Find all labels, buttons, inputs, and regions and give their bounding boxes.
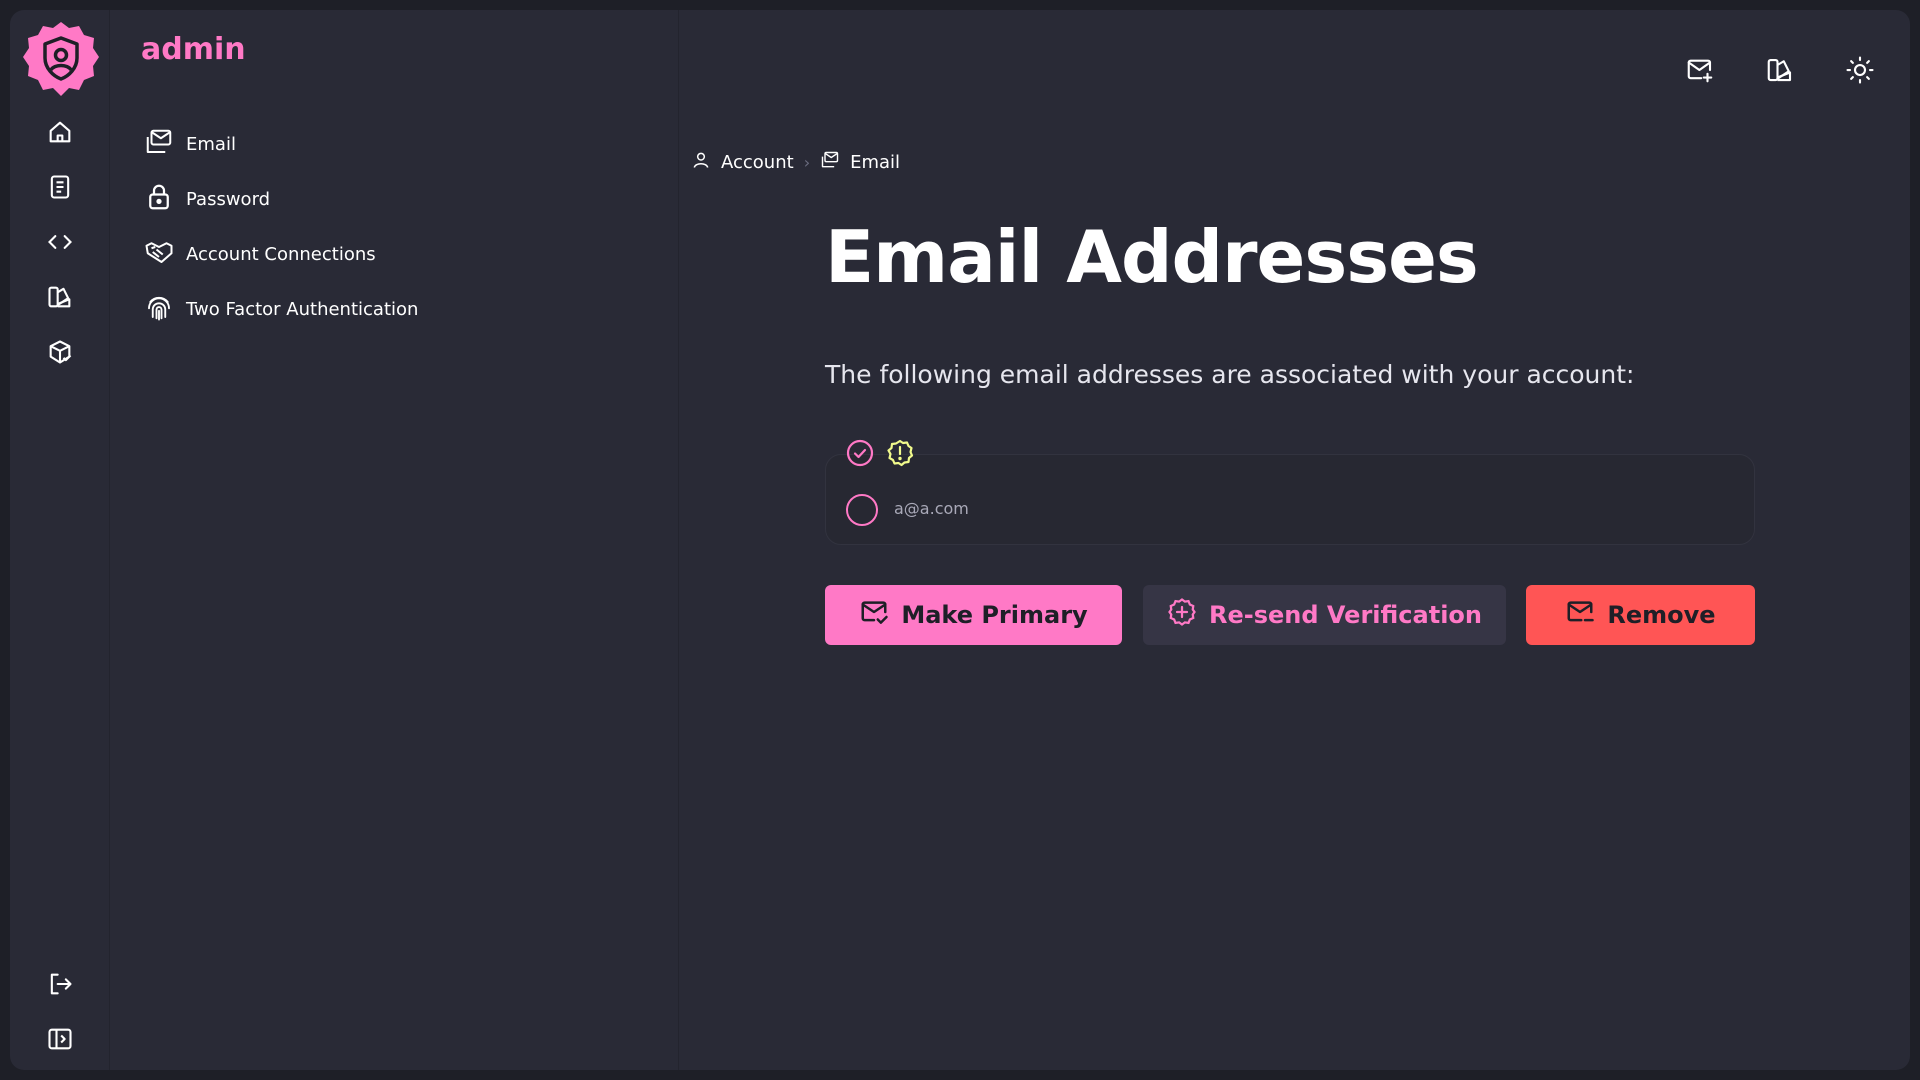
remove-button[interactable]: Remove bbox=[1526, 585, 1755, 645]
logout-icon[interactable] bbox=[40, 964, 80, 1004]
circle-plus-icon bbox=[1167, 597, 1197, 633]
breadcrumb-label: Email bbox=[850, 151, 901, 173]
nav-item-account-connections[interactable]: Account Connections bbox=[144, 234, 376, 274]
home-icon[interactable] bbox=[40, 112, 80, 152]
user-icon bbox=[691, 150, 711, 175]
fingerprint-icon bbox=[144, 292, 174, 327]
nav-item-password[interactable]: Password bbox=[144, 179, 270, 219]
nav-item-email[interactable]: Email bbox=[144, 124, 236, 164]
palette-icon[interactable] bbox=[1758, 48, 1802, 92]
nav-item-label: Password bbox=[186, 188, 271, 210]
theme-palette-icon[interactable] bbox=[40, 277, 80, 317]
nav-item-label: Account Connections bbox=[186, 243, 376, 265]
email-status-icons bbox=[845, 438, 915, 472]
mail-minus-icon bbox=[1565, 597, 1595, 633]
warning-badge-icon bbox=[885, 438, 915, 472]
lock-icon bbox=[144, 182, 174, 217]
username: admin bbox=[141, 32, 246, 67]
mail-plus-icon[interactable] bbox=[1678, 48, 1722, 92]
app-window: admin Email Password Account Connections… bbox=[10, 10, 1910, 1070]
remove-label: Remove bbox=[1607, 601, 1716, 629]
breadcrumb-label: Account bbox=[721, 151, 794, 173]
package-icon[interactable] bbox=[40, 332, 80, 372]
verified-check-icon bbox=[845, 438, 875, 472]
book-icon[interactable] bbox=[40, 167, 80, 207]
make-primary-label: Make Primary bbox=[901, 601, 1088, 629]
make-primary-button[interactable]: Make Primary bbox=[825, 585, 1122, 645]
mail-icon bbox=[144, 127, 174, 162]
mail-icon bbox=[820, 150, 840, 175]
account-subnav: admin Email Password Account Connections… bbox=[110, 10, 679, 1070]
email-address: a@a.com bbox=[894, 499, 969, 518]
sidebar-toggle-icon[interactable] bbox=[40, 1019, 80, 1059]
intro-text: The following email addresses are associ… bbox=[825, 360, 1635, 389]
nav-item-label: Email bbox=[186, 133, 236, 155]
nav-item-label: Two Factor Authentication bbox=[186, 298, 419, 320]
chevron-right-icon: › bbox=[803, 152, 811, 172]
breadcrumb: Account › Email bbox=[691, 148, 900, 176]
handshake-icon bbox=[144, 237, 174, 272]
mail-check-icon bbox=[859, 597, 889, 633]
breadcrumb-account[interactable]: Account bbox=[691, 150, 794, 175]
resend-label: Re-send Verification bbox=[1209, 601, 1482, 629]
code-icon[interactable] bbox=[40, 222, 80, 262]
breadcrumb-email[interactable]: Email bbox=[820, 150, 900, 175]
nav-item-two-factor[interactable]: Two Factor Authentication bbox=[144, 289, 418, 329]
email-select-radio[interactable] bbox=[846, 494, 878, 526]
icon-rail bbox=[10, 10, 110, 1070]
sun-icon[interactable] bbox=[1838, 48, 1882, 92]
page-title: Email Addresses bbox=[825, 215, 1479, 299]
email-list-item: a@a.com bbox=[825, 454, 1755, 545]
resend-verification-button[interactable]: Re-send Verification bbox=[1143, 585, 1506, 645]
app-logo[interactable] bbox=[22, 20, 100, 98]
